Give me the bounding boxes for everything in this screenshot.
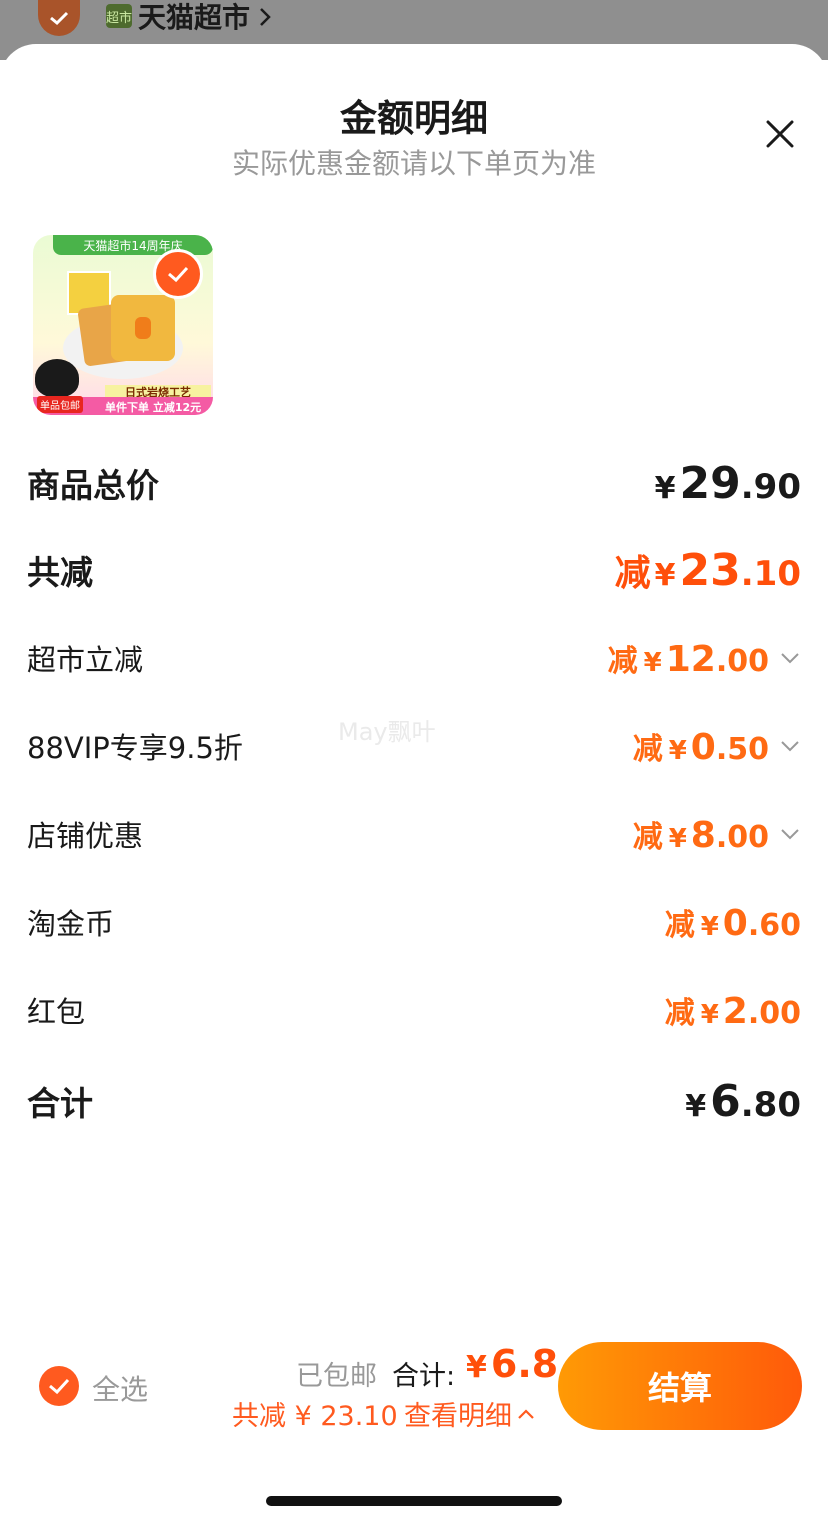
tmall-supermarket-logo: 超市 — [106, 4, 132, 28]
discount-prefix: 减 — [632, 820, 663, 855]
currency-symbol: ¥ — [643, 648, 662, 678]
amount-decimal: .60 — [747, 908, 801, 943]
chevron-right-icon — [260, 8, 271, 26]
checkout-button[interactable]: 结算 — [558, 1342, 802, 1430]
discount-label: 超市立减 — [27, 643, 144, 677]
view-detail-label: 查看明细 — [404, 1401, 512, 1432]
subtotal-amount: ¥ 29 .90 — [655, 458, 801, 509]
select-all-checkbox[interactable] — [39, 1366, 79, 1406]
discount-row-redpacket: 红包 减 ¥ 2 .00 — [27, 980, 801, 1040]
amount-decimal: .90 — [740, 466, 801, 507]
select-all-label[interactable]: 全选 — [92, 1368, 148, 1408]
free-shipping-text: 已包邮 — [296, 1361, 377, 1392]
amount-integer: 8 — [690, 815, 716, 856]
total-discount-label: 共减 — [27, 553, 93, 592]
discount-prefix: 减 — [614, 553, 651, 594]
close-icon — [766, 120, 794, 148]
product-select-checkbox[interactable] — [153, 249, 203, 299]
discount-label: 88VIP专享9.5折 — [27, 731, 243, 765]
tmall-cat-mascot-image — [35, 359, 79, 397]
amount-integer: 12 — [665, 639, 716, 680]
currency-symbol: ¥ — [700, 1000, 719, 1030]
discount-label: 店铺优惠 — [27, 819, 144, 853]
currency-symbol: ¥ — [668, 736, 687, 766]
home-indicator[interactable] — [266, 1496, 562, 1506]
total-row: 合计 ¥ 6 .80 — [27, 1071, 801, 1131]
discount-label: 淘金币 — [27, 907, 115, 941]
chevron-up-icon — [518, 1408, 534, 1419]
total-discount-amount: 减 ¥ 23 .10 — [615, 544, 801, 596]
amount-decimal: .00 — [747, 996, 801, 1031]
discount-prefix: 减 — [607, 644, 638, 679]
discount-amount: 减 ¥ 8 .00 — [633, 812, 801, 856]
amount-decimal: .00 — [715, 644, 769, 679]
chevron-down-icon — [781, 829, 799, 840]
total-label: 合计 — [27, 1084, 93, 1123]
store-name[interactable]: 天猫超市 — [138, 0, 250, 36]
chevron-down-icon — [781, 741, 799, 752]
product-thumbnail[interactable]: 天猫超市14周年庆 日式岩烧工艺 单品包邮 单件下单 立减12元 — [33, 235, 213, 415]
check-icon — [168, 266, 189, 283]
amount-integer: 0 — [722, 903, 748, 944]
check-icon — [50, 11, 69, 26]
product-cake-image — [111, 295, 175, 361]
currency-symbol: ¥ — [654, 558, 676, 593]
discount-row-taojinbi: 淘金币 减 ¥ 0 .60 — [27, 892, 801, 952]
discount-amount: 减 ¥ 12 .00 — [608, 636, 801, 680]
check-icon — [49, 1378, 70, 1395]
discount-prefix: 减 — [632, 732, 663, 767]
store-select-checkbox[interactable] — [38, 0, 80, 36]
total-amount: ¥ 6 .80 — [685, 1076, 801, 1127]
amount-value: 6.8 — [490, 1342, 559, 1386]
sheet-title: 金额明细 — [340, 97, 488, 140]
amount-integer: 23 — [679, 545, 741, 596]
discount-prefix: 减 — [664, 996, 695, 1031]
chevron-down-icon — [781, 653, 799, 664]
currency-symbol: ¥ — [654, 470, 676, 506]
product-promo-strip: 单品包邮 单件下单 立减12元 — [33, 396, 213, 415]
discount-row-supermarket[interactable]: 超市立减 减 ¥ 12 .00 — [27, 628, 801, 688]
currency-symbol: ¥ — [668, 824, 687, 854]
sheet-subtitle: 实际优惠金额请以下单页为准 — [231, 147, 596, 180]
discount-amount: 减 ¥ 0 .50 — [633, 724, 801, 768]
discount-row-store[interactable]: 店铺优惠 减 ¥ 8 .00 — [27, 804, 801, 864]
bottom-total-label: 合计: — [392, 1361, 456, 1392]
discount-amount: 减 ¥ 2 .00 — [665, 988, 801, 1032]
bottom-saved-text: 共减 ¥ 23.10 — [232, 1401, 398, 1432]
product-promo-text: 单件下单 立减12元 — [105, 401, 202, 414]
close-button[interactable] — [760, 114, 800, 154]
amount-decimal: .00 — [715, 820, 769, 855]
bottom-total-amount: ¥ 6.8 — [466, 1342, 558, 1386]
amount-integer: 2 — [722, 991, 748, 1032]
subtotal-row: 商品总价 ¥ 29 .90 — [27, 453, 801, 513]
amount-decimal: .80 — [740, 1084, 801, 1125]
amount-integer: 29 — [679, 457, 741, 509]
discount-label: 红包 — [27, 995, 86, 1029]
currency-symbol: ¥ — [700, 912, 719, 942]
currency-symbol: ¥ — [466, 1350, 487, 1385]
amount-integer: 6 — [710, 1075, 741, 1127]
watermark: May飘叶 — [338, 718, 436, 746]
amount-decimal: .10 — [740, 554, 801, 594]
discount-amount: 减 ¥ 0 .60 — [665, 900, 801, 944]
subtotal-label: 商品总价 — [27, 466, 159, 505]
free-shipping-badge: 单品包邮 — [37, 396, 83, 413]
amount-decimal: .50 — [715, 732, 769, 767]
discount-prefix: 减 — [664, 908, 695, 943]
amount-integer: 0 — [690, 727, 716, 768]
view-detail-link[interactable]: 查看明细 — [404, 1394, 536, 1433]
currency-symbol: ¥ — [685, 1088, 707, 1124]
total-discount-row: 共减 减 ¥ 23 .10 — [27, 540, 801, 600]
